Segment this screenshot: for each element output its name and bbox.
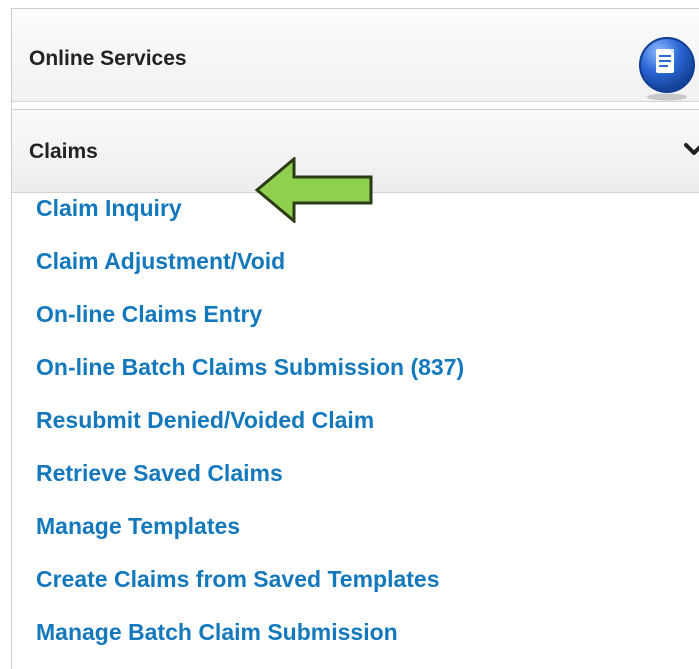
claim-inquiry-link[interactable]: Claim Inquiry xyxy=(36,195,182,222)
create-claims-from-saved-templates-link[interactable]: Create Claims from Saved Templates xyxy=(36,566,440,593)
retrieve-saved-claims-link[interactable]: Retrieve Saved Claims xyxy=(36,460,283,487)
chevron-down-icon[interactable] xyxy=(684,142,699,158)
online-services-header: Online Services xyxy=(12,9,699,102)
resubmit-denied-voided-claim-link[interactable]: Resubmit Denied/Voided Claim xyxy=(36,407,374,434)
online-claims-entry-link[interactable]: On-line Claims Entry xyxy=(36,301,262,328)
online-batch-claims-submission-link[interactable]: On-line Batch Claims Submission (837) xyxy=(36,354,464,381)
document-icon[interactable] xyxy=(639,31,695,101)
online-services-panel: Online Services Claims Claim Inquiry Cla… xyxy=(11,8,699,669)
manage-templates-link[interactable]: Manage Templates xyxy=(36,513,240,540)
green-left-arrow-icon xyxy=(255,157,373,223)
online-services-panel-screenshot: Online Services Claims Claim Inquiry Cla… xyxy=(0,0,699,669)
claim-adjustment-void-link[interactable]: Claim Adjustment/Void xyxy=(36,248,285,275)
claims-section-title: Claims xyxy=(29,140,98,163)
online-services-title: Online Services xyxy=(29,47,187,70)
manage-batch-claim-submission-link[interactable]: Manage Batch Claim Submission xyxy=(36,619,398,646)
